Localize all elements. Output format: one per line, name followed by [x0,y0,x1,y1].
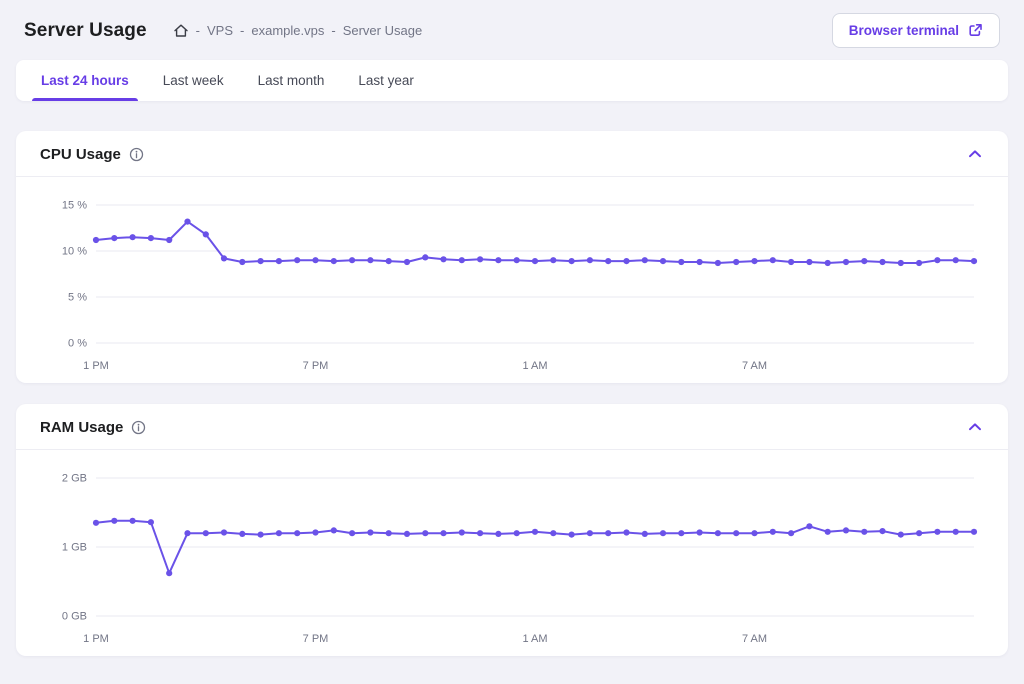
svg-text:5 %: 5 % [68,292,87,304]
page-title: Server Usage [24,20,147,42]
external-link-icon [968,23,983,38]
ram-usage-chart: 0 GB 1 GB 2 GB 1 PM 7 PM 1 AM 7 AM [16,450,1008,656]
page-header: Server Usage - VPS - example.vps - Serve… [0,0,1024,58]
browser-terminal-button[interactable]: Browser terminal [832,13,1000,48]
cpu-usage-chart: 0 % 5 % 10 % 15 % 1 PM 7 PM 1 AM 7 AM [16,177,1008,383]
svg-text:7 PM: 7 PM [303,360,329,372]
svg-text:0 GB: 0 GB [62,611,87,623]
info-icon[interactable] [131,420,146,435]
breadcrumb-item-current: Server Usage [343,23,422,38]
svg-text:1 AM: 1 AM [522,633,547,645]
tab-last-year[interactable]: Last year [341,60,431,101]
tab-last-24-hours[interactable]: Last 24 hours [24,60,146,101]
breadcrumb-item-vps[interactable]: VPS [207,23,233,38]
cpu-usage-card: CPU Usage 0 % 5 % 10 % 15 % 1 PM 7 PM 1 AM 7 AM [16,131,1008,383]
ram-usage-card: RAM Usage 0 GB 1 GB 2 GB 1 PM 7 PM 1 AM 7 AM [16,404,1008,656]
ram-card-title: RAM Usage [40,419,123,436]
svg-text:7 PM: 7 PM [303,633,329,645]
svg-text:15 %: 15 % [62,200,87,212]
ram-collapse-button[interactable] [964,418,986,436]
svg-text:7 AM: 7 AM [742,633,767,645]
ram-card-header: RAM Usage [16,404,1008,450]
tab-last-month[interactable]: Last month [241,60,342,101]
tab-last-week[interactable]: Last week [146,60,241,101]
svg-text:1 PM: 1 PM [83,633,109,645]
breadcrumb-separator: - [331,23,335,38]
cpu-collapse-button[interactable] [964,145,986,163]
time-range-tabbar: Last 24 hours Last week Last month Last … [16,60,1008,101]
svg-text:1 AM: 1 AM [522,360,547,372]
cpu-card-header: CPU Usage [16,131,1008,177]
svg-text:1 PM: 1 PM [83,360,109,372]
svg-text:0 %: 0 % [68,338,87,350]
breadcrumb: - VPS - example.vps - Server Usage [173,23,423,39]
breadcrumb-separator: - [240,23,244,38]
breadcrumb-item-hostname[interactable]: example.vps [251,23,324,38]
svg-text:10 %: 10 % [62,246,87,258]
chevron-up-icon [968,149,982,159]
svg-text:2 GB: 2 GB [62,473,87,485]
info-icon[interactable] [129,147,144,162]
svg-text:1 GB: 1 GB [62,542,87,554]
home-icon[interactable] [173,23,189,39]
breadcrumb-separator: - [196,23,200,38]
browser-terminal-label: Browser terminal [849,23,959,38]
chevron-up-icon [968,422,982,432]
cpu-card-title: CPU Usage [40,146,121,163]
svg-text:7 AM: 7 AM [742,360,767,372]
